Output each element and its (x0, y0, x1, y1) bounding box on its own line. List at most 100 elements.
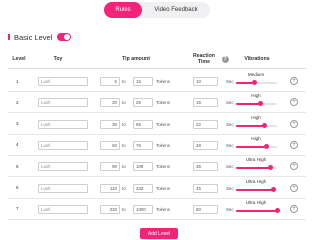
slider-thumb[interactable] (274, 207, 280, 213)
tip-to-input[interactable]: 56 (133, 119, 153, 129)
sec-label: Sec (226, 185, 234, 191)
vibration-slider[interactable] (236, 165, 277, 171)
tip-to-input[interactable]: 76 (133, 140, 153, 150)
table-row: 6 Lush 110 to 332 Tokens 45 Sec Ultra Hi… (0, 177, 320, 199)
tip-from-input[interactable]: 60 (100, 140, 120, 150)
tip-from-input[interactable]: 90 (100, 162, 120, 172)
tip-to-input[interactable]: 332 (133, 183, 153, 193)
table-row: 4 Lush 60 to 76 Tokens 28 Sec High + (0, 134, 320, 156)
tokens-label: Tokens (156, 142, 170, 148)
tip-to-input[interactable]: 15 (133, 77, 153, 86)
add-row-icon[interactable]: + (290, 140, 298, 149)
vibration-slider[interactable] (236, 143, 277, 149)
add-row-icon[interactable]: + (290, 119, 298, 128)
table-row: 3 Lush 30 to 56 Tokens 22 Sec High + (0, 113, 320, 135)
reaction-time-input[interactable]: 28 (193, 140, 218, 150)
toy-select[interactable]: Lush (38, 204, 88, 214)
add-row-icon[interactable]: + (290, 162, 298, 171)
vibration-slider[interactable] (236, 80, 277, 85)
tip-to-input[interactable]: 109 (133, 162, 153, 172)
sec-label: Sec (226, 206, 234, 212)
slider-fill (236, 124, 265, 127)
tip-from-input[interactable]: 333 (100, 204, 120, 214)
header-toy: Toy (53, 55, 63, 62)
slider-thumb[interactable] (264, 143, 270, 149)
tab-rules[interactable]: Rules (104, 2, 142, 18)
toy-select[interactable]: Lush (38, 119, 88, 129)
slider-thumb[interactable] (268, 165, 274, 171)
tip-from-input[interactable]: 110 (100, 183, 120, 193)
toy-select[interactable]: Lush (38, 98, 88, 108)
add-row-icon[interactable]: + (290, 98, 298, 107)
level-toggle[interactable] (57, 33, 72, 41)
reaction-time-input[interactable]: 10 (193, 77, 218, 86)
table-row: 1 Lush 5 to 15 Tokens 10 Sec Medium + (0, 70, 320, 92)
vibration-slider[interactable] (236, 186, 277, 192)
vibration-level-label: Ultra High (245, 199, 267, 205)
toy-select[interactable]: Lush (38, 140, 88, 150)
reaction-time-input[interactable]: 60 (193, 204, 218, 214)
reaction-time-input[interactable]: 35 (193, 162, 218, 172)
vibration-slider[interactable] (236, 101, 277, 107)
row-divider (8, 218, 306, 220)
vibration-level-label: Medium (247, 72, 265, 77)
header-level: Level (12, 55, 26, 62)
tokens-label: Tokens (156, 206, 170, 212)
reaction-time-input[interactable]: 15 (193, 98, 218, 108)
level-number: 2 (16, 99, 19, 105)
level-number: 1 (16, 78, 19, 84)
header-vibrations: Vibrations (244, 55, 270, 62)
add-row-icon[interactable]: + (290, 204, 298, 213)
add-row-icon[interactable]: + (290, 77, 298, 85)
header-tip-amount: Tip amount (122, 55, 150, 62)
level-number: 5 (16, 163, 19, 169)
tip-to-input[interactable]: 26 (133, 98, 153, 108)
level-title: Basic Level (14, 32, 53, 42)
tokens-label: Tokens (156, 100, 170, 106)
help-icon[interactable]: ? (221, 55, 229, 63)
slider-fill (236, 103, 261, 106)
tip-from-input[interactable]: 5 (100, 77, 120, 86)
header-divider (8, 68, 306, 69)
header-help[interactable]: ? (220, 52, 230, 66)
tab-video-feedback[interactable]: Video Feedback (142, 2, 210, 18)
table-row: 5 Lush 90 to 109 Tokens 35 Sec Ultra Hig… (0, 155, 320, 178)
to-label: to (122, 121, 126, 127)
level-header: Basic Level (8, 31, 72, 43)
level-indicator-bar (8, 34, 10, 40)
toy-select[interactable]: Lush (38, 162, 88, 172)
toy-select[interactable]: Lush (38, 77, 88, 86)
reaction-time-input[interactable]: 22 (193, 119, 218, 129)
slider-fill (236, 188, 274, 191)
tokens-label: Tokens (156, 164, 170, 170)
vibration-level-label: High (251, 114, 261, 120)
vibration-level-label: High (251, 93, 261, 99)
vibration-level-label: High (251, 135, 261, 141)
to-label: to (122, 185, 126, 191)
slider-thumb[interactable] (258, 101, 264, 107)
level-number: 4 (16, 142, 19, 148)
toy-select[interactable]: Lush (38, 183, 88, 193)
tokens-label: Tokens (156, 185, 170, 191)
vibration-slider[interactable] (236, 207, 280, 213)
sec-label: Sec (226, 79, 234, 84)
tip-from-input[interactable]: 30 (100, 119, 120, 129)
slider-thumb[interactable] (251, 80, 257, 85)
level-number: 7 (16, 206, 19, 212)
tip-to-input[interactable]: 1000 (133, 204, 153, 214)
add-level-button[interactable]: Add Level (140, 228, 178, 239)
vibration-slider[interactable] (236, 122, 277, 128)
slider-thumb[interactable] (262, 122, 268, 128)
to-label: to (122, 164, 126, 170)
reaction-time-input[interactable]: 45 (193, 183, 218, 193)
add-row-icon[interactable]: + (290, 183, 298, 192)
tip-from-input[interactable]: 20 (100, 98, 120, 108)
sec-label: Sec (226, 142, 234, 148)
to-label: to (122, 142, 126, 148)
to-label: to (122, 100, 126, 106)
slider-thumb[interactable] (271, 186, 277, 192)
tokens-label: Tokens (156, 121, 170, 127)
table-row: 2 Lush 20 to 26 Tokens 15 Sec High + (0, 91, 320, 114)
slider-fill (236, 167, 271, 170)
tab-bar: Rules Video Feedback (104, 2, 210, 18)
